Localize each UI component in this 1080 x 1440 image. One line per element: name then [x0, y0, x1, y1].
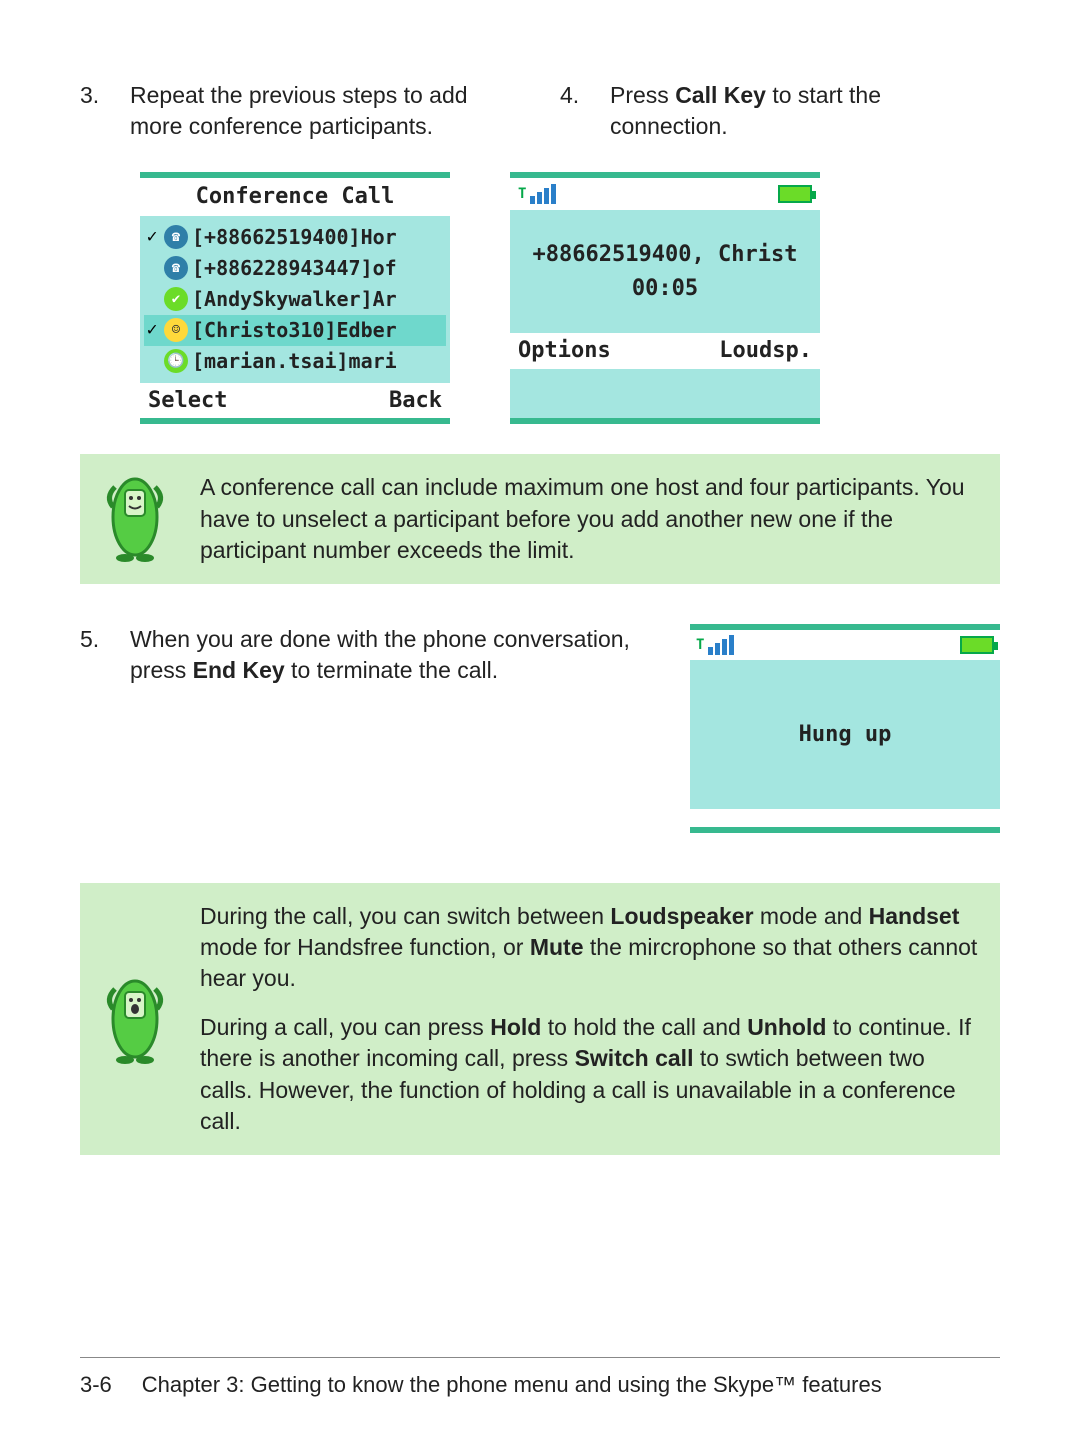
t: During the call, you can switch between	[200, 903, 610, 929]
steps-row-top: 3. Repeat the previous steps to add more…	[80, 80, 1000, 142]
phone-screen-conference: Conference Call ✓ ☎ [+88662519400]Hor ☎ …	[140, 172, 450, 424]
phone-screen-hungup: T Hung up	[690, 624, 1000, 834]
bold-handset: Handset	[869, 903, 960, 929]
step-4-text: Press Call Key to start the connection.	[610, 80, 1000, 142]
contact-label: [marian.tsai]mari	[192, 348, 397, 375]
step-4-text-a: Press	[610, 82, 675, 108]
screen-title: Conference Call	[140, 178, 450, 216]
call-caller: +88662519400, Christ	[514, 240, 816, 270]
step-3-text: Repeat the previous steps to add more co…	[130, 80, 520, 142]
softkey-bar: Options Loudsp.	[510, 333, 820, 369]
step-4-callkey: Call Key	[675, 82, 766, 108]
contact-row[interactable]: ☎ [+886228943447]of	[144, 253, 446, 284]
softkey-bar: Select Back	[140, 383, 450, 419]
step-3: 3. Repeat the previous steps to add more…	[80, 80, 520, 142]
t: mode for Handsfree function, or	[200, 934, 530, 960]
note2-p2: During a call, you can press Hold to hol…	[200, 1012, 980, 1136]
signal-icon: T	[518, 184, 556, 204]
page-number: 3-6	[80, 1370, 112, 1400]
softkey-options[interactable]: Options	[518, 336, 611, 366]
battery-icon	[778, 185, 812, 203]
contact-list: ✓ ☎ [+88662519400]Hor ☎ [+886228943447]o…	[140, 216, 450, 383]
contact-row[interactable]: ✔ [AndySkywalker]Ar	[144, 284, 446, 315]
t: During a call, you can press	[200, 1014, 490, 1040]
step-5-endkey: End Key	[193, 657, 285, 683]
step-4-number: 4.	[560, 80, 585, 142]
step-5-number: 5.	[80, 624, 105, 834]
step-5-text: When you are done with the phone convers…	[130, 624, 650, 834]
call-timer: 00:05	[514, 274, 816, 304]
status-online-icon: ✔	[164, 287, 188, 311]
signal-icon: T	[696, 635, 734, 655]
hungup-text: Hung up	[690, 660, 1000, 810]
softkey-back[interactable]: Back	[389, 386, 442, 416]
contact-row[interactable]: ✓ ☺ [Christo310]Edber	[144, 315, 446, 346]
t: mode and	[754, 903, 869, 929]
bold-mute: Mute	[530, 934, 584, 960]
note-box-limits: A conference call can include maximum on…	[80, 454, 1000, 583]
battery-icon	[960, 636, 994, 654]
phone-icon: ☎	[164, 256, 188, 280]
contact-label: [AndySkywalker]Ar	[192, 286, 397, 313]
phone-icon: ☎	[164, 225, 188, 249]
status-bar: T	[510, 178, 820, 210]
chapter-title: Chapter 3: Getting to know the phone men…	[142, 1370, 882, 1400]
page-footer: 3-6 Chapter 3: Getting to know the phone…	[80, 1357, 1000, 1400]
note-text: A conference call can include maximum on…	[200, 472, 980, 565]
contact-row[interactable]: 🕒 [marian.tsai]mari	[144, 346, 446, 377]
step-5-text-b: to terminate the call.	[285, 657, 499, 683]
softkey-loudspeaker[interactable]: Loudsp.	[719, 336, 812, 366]
mascot-icon	[100, 974, 170, 1064]
step5-row: 5. When you are done with the phone conv…	[80, 624, 1000, 834]
check-icon: ✓	[144, 318, 160, 342]
contact-label: [Christo310]Edber	[192, 317, 397, 344]
step-3-number: 3.	[80, 80, 105, 142]
t: to hold the call and	[541, 1014, 747, 1040]
status-clock-icon: 🕒	[164, 349, 188, 373]
step-5: 5. When you are done with the phone conv…	[80, 624, 650, 834]
step-4: 4. Press Call Key to start the connectio…	[560, 80, 1000, 142]
mascot-icon	[100, 472, 170, 562]
status-away-icon: ☺	[164, 318, 188, 342]
bold-hold: Hold	[490, 1014, 541, 1040]
note2-p1: During the call, you can switch between …	[200, 901, 980, 994]
note-box-modes: During the call, you can switch between …	[80, 883, 1000, 1154]
softkey-select[interactable]: Select	[148, 386, 227, 416]
screens-row: Conference Call ✓ ☎ [+88662519400]Hor ☎ …	[80, 172, 1000, 424]
check-icon: ✓	[144, 225, 160, 249]
contact-row[interactable]: ✓ ☎ [+88662519400]Hor	[144, 222, 446, 253]
call-info: +88662519400, Christ 00:05	[510, 210, 820, 333]
note-text: During the call, you can switch between …	[200, 901, 980, 1136]
phone-screen-incall: T +88662519400, Christ 00:05 Options Lou…	[510, 172, 820, 424]
bold-unhold: Unhold	[747, 1014, 826, 1040]
softkey-bar-empty	[690, 809, 1000, 827]
status-bar: T	[690, 630, 1000, 660]
contact-label: [+886228943447]of	[192, 255, 397, 282]
bold-switchcall: Switch call	[575, 1045, 694, 1071]
bold-loudspeaker: Loudspeaker	[610, 903, 753, 929]
contact-label: [+88662519400]Hor	[192, 224, 397, 251]
